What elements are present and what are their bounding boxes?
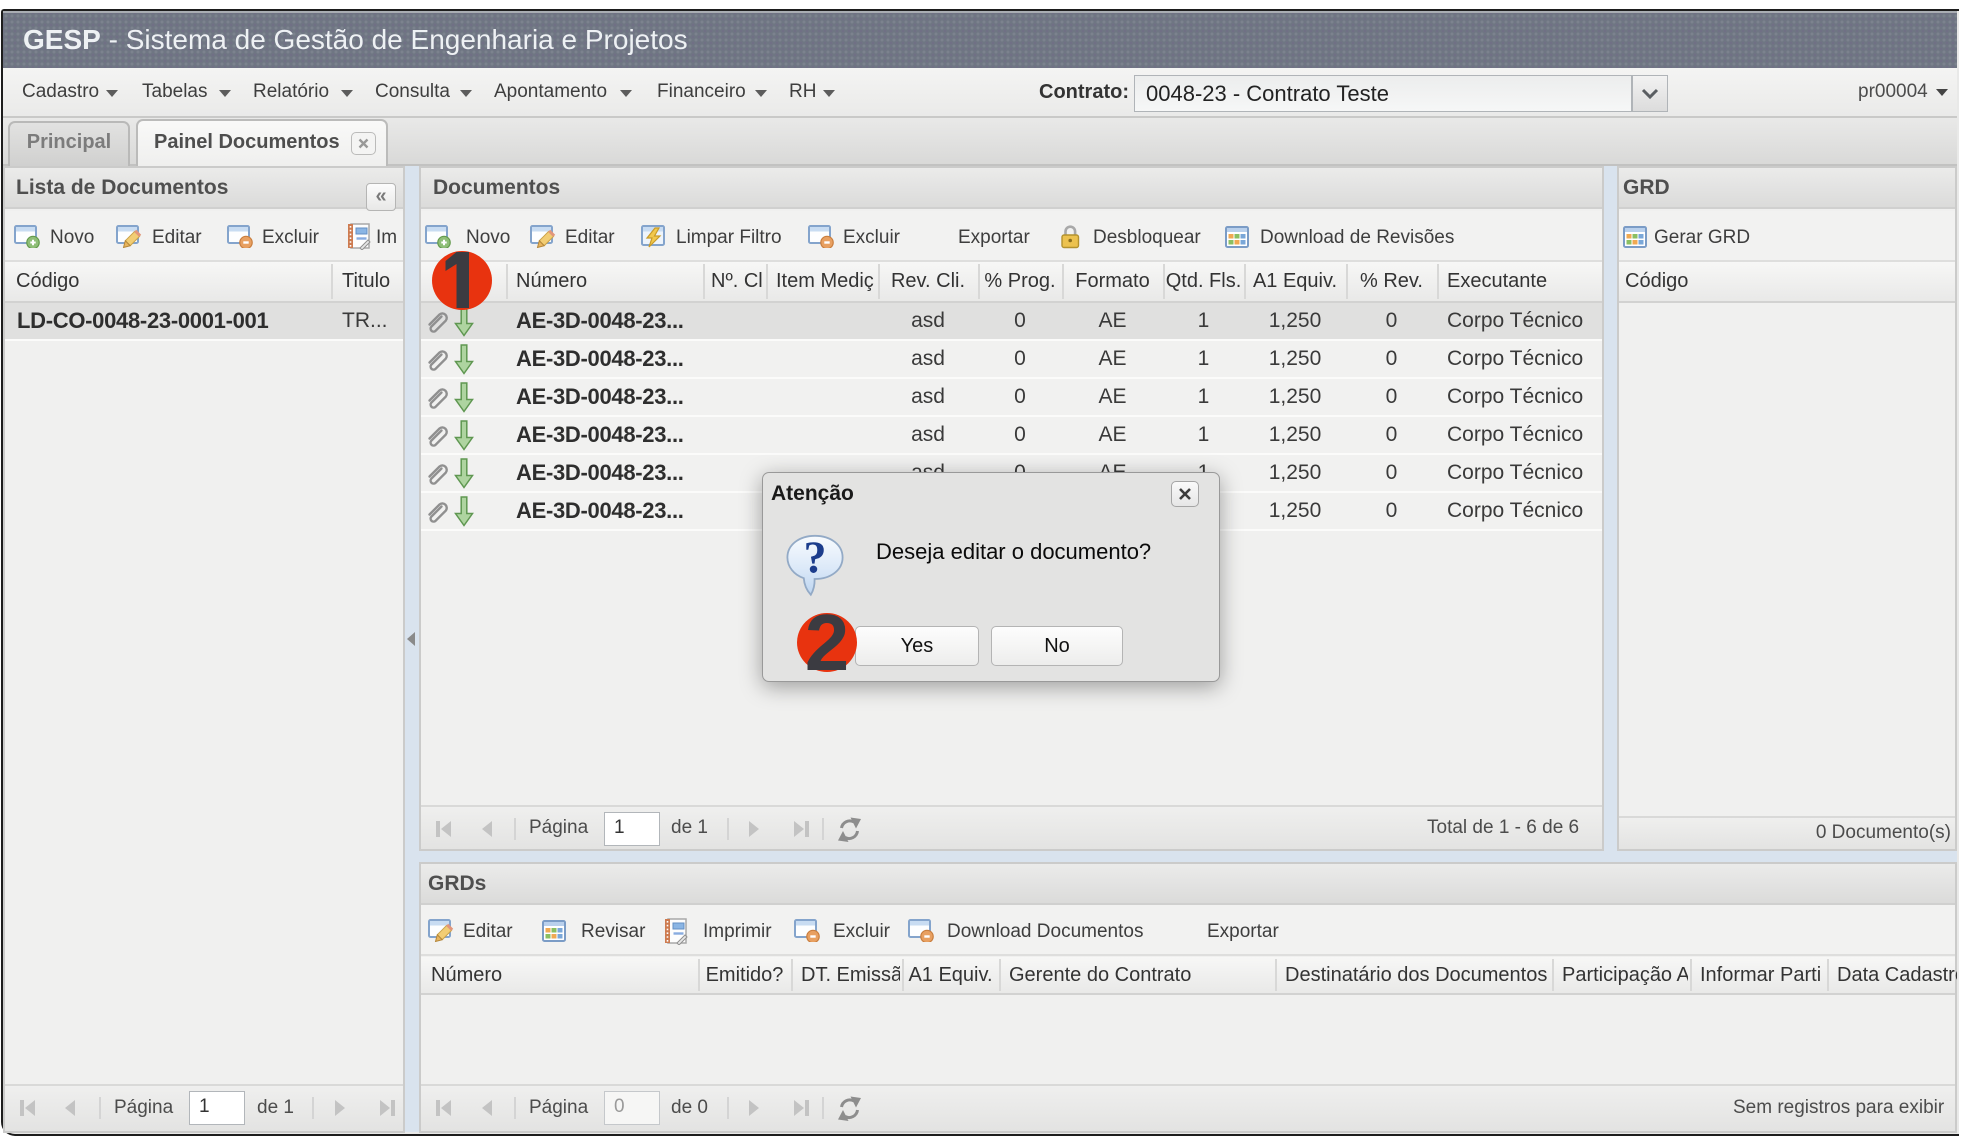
svg-text:?: ? — [804, 533, 827, 583]
